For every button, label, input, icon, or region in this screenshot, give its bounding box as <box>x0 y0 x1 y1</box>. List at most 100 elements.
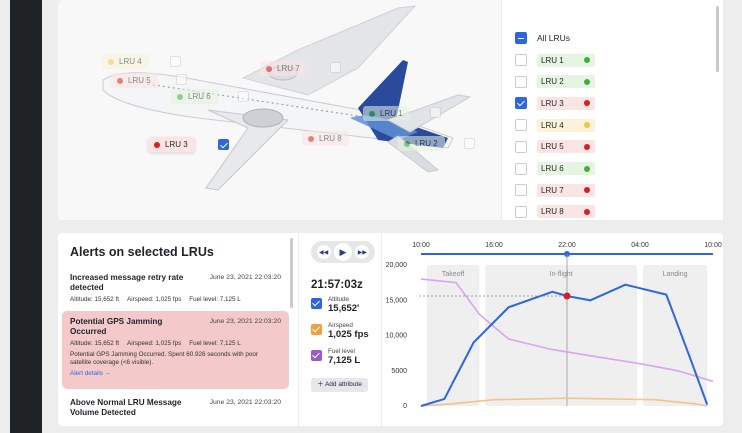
plane-label-lru6[interactable]: LRU 6 <box>171 89 218 104</box>
attribute-value: 1,025 fps <box>328 329 369 340</box>
status-dot-icon <box>308 135 314 142</box>
lru-pill: LRU 3 <box>537 96 595 110</box>
flight-timeline-chart[interactable]: Takeoff In-flight Landing 10:00 16:00 22:00 04… <box>383 233 723 426</box>
rewind-icon[interactable]: ◀◀ <box>316 245 331 259</box>
lru-row[interactable]: LRU 7 <box>515 180 595 200</box>
plus-icon: ＋ <box>317 381 324 388</box>
y-tick-label: 20,000 <box>386 262 408 269</box>
status-dot-icon <box>584 187 590 194</box>
lru-checkbox[interactable] <box>515 184 527 197</box>
phase-band <box>485 265 638 406</box>
lru-row[interactable]: LRU 5 <box>515 137 595 157</box>
plane-label-lru8[interactable]: LRU 8 <box>302 131 349 146</box>
status-dot-icon <box>117 77 123 84</box>
plane-label-checkbox[interactable] <box>176 74 187 85</box>
lru-pill: LRU 1 <box>537 53 595 67</box>
lru-row[interactable]: LRU 8 <box>515 202 595 222</box>
plane-label-lru5[interactable]: LRU 5 <box>111 73 158 88</box>
alert-details-link[interactable]: Alert details → <box>70 370 281 377</box>
plane-label-checkbox-checked[interactable] <box>218 139 229 150</box>
attribute-label: Altitude <box>328 296 350 303</box>
lru-checkbox[interactable] <box>515 162 527 175</box>
time-tick-label: 10:00 <box>704 242 722 249</box>
plane-label-lru1[interactable]: LRU 1 <box>363 106 410 121</box>
attribute-fuel[interactable]: Fuel level 7,125 L <box>311 348 360 366</box>
phase-band <box>642 265 708 406</box>
lru-row[interactable]: LRU 4 <box>515 115 595 135</box>
lru-checkbox[interactable] <box>515 97 527 110</box>
alert-fuel: Fuel level: 7,125 L <box>189 296 241 303</box>
plane-label-checkbox[interactable] <box>170 56 181 67</box>
lru-checkbox[interactable] <box>515 205 527 218</box>
alert-title: Increased message retry rate detected <box>70 273 184 292</box>
alert-fuel: Fuel level: 7,125 L <box>189 340 241 347</box>
lru-row[interactable]: LRU 1 <box>515 50 595 70</box>
attribute-checkbox[interactable] <box>311 350 322 361</box>
phase-label: Landing <box>663 271 688 278</box>
attribute-airspeed[interactable]: Airspeed 1,025 fps <box>311 322 369 340</box>
status-dot-icon <box>584 208 590 215</box>
lru-checkbox[interactable] <box>515 54 527 66</box>
phase-label: In-flight <box>550 271 573 278</box>
plane-label-lru3[interactable]: LRU 3 <box>148 137 195 152</box>
lru-checkbox[interactable] <box>515 119 527 132</box>
current-time: 21:57:03z <box>311 279 363 291</box>
alerts-title: Alerts on selected LRUs <box>70 245 214 259</box>
attribute-checkbox[interactable] <box>311 298 322 309</box>
status-dot-icon <box>584 165 590 172</box>
plane-label-text: LRU 5 <box>128 76 151 85</box>
lru-row[interactable]: LRU 6 <box>515 159 595 179</box>
attribute-label: Fuel level <box>328 348 355 355</box>
lru-all-row[interactable]: All LRUs <box>515 28 570 48</box>
attribute-checkbox[interactable] <box>311 324 322 335</box>
status-dot-icon <box>584 78 590 85</box>
y-tick-label: 15,000 <box>386 297 408 304</box>
status-dot-icon <box>154 141 160 148</box>
plane-label-checkbox[interactable] <box>330 62 341 73</box>
alerts-scrollbar[interactable] <box>290 238 293 308</box>
plane-label-lru7[interactable]: LRU 7 <box>260 61 307 76</box>
lru-pill: LRU 4 <box>537 118 595 132</box>
plane-label-checkbox[interactable] <box>430 107 441 118</box>
plane-label-text: LRU 7 <box>277 64 300 73</box>
cursor-point <box>563 292 571 300</box>
lru-row[interactable]: LRU 3 <box>515 93 595 113</box>
y-tick-label: 0 <box>403 403 407 410</box>
attribute-value: 7,125 L <box>328 355 361 366</box>
add-attribute-label: Add attribute <box>324 381 362 388</box>
alert-item[interactable]: Increased message retry rate detected Ju… <box>62 267 289 309</box>
status-dot-icon <box>108 58 114 65</box>
aircraft-panel: LRU 4 LRU 5 LRU 6 LRU 7 LRU 1 LRU 8 LRU … <box>58 0 723 220</box>
plane-label-lru4[interactable]: LRU 4 <box>102 54 149 69</box>
select-all-checkbox[interactable] <box>515 32 527 44</box>
lru-list-scrollbar[interactable] <box>716 6 719 72</box>
alert-metrics: Altitude: 15,652 ft Airspeed: 1,025 fps … <box>70 296 281 303</box>
lru-pill: LRU 5 <box>537 140 595 154</box>
alert-title: Above Normal LRU Message Volume Detected <box>70 398 182 417</box>
plane-label-checkbox[interactable] <box>464 138 475 149</box>
status-dot-icon <box>177 93 183 100</box>
lru-checkbox[interactable] <box>515 75 527 88</box>
alert-item[interactable]: Above Normal LRU Message Volume Detected… <box>62 392 289 424</box>
plane-label-text: LRU 6 <box>188 92 211 101</box>
plane-label-checkbox[interactable] <box>238 91 249 102</box>
plane-label-lru2[interactable]: LRU 2 <box>398 136 445 151</box>
y-tick-label: 10,000 <box>386 333 408 340</box>
lru-row[interactable]: LRU 2 <box>515 72 595 92</box>
alerts-panel: Alerts on selected LRUs Increased messag… <box>58 233 298 426</box>
aircraft-view: LRU 4 LRU 5 LRU 6 LRU 7 LRU 1 LRU 8 LRU … <box>58 0 498 220</box>
lru-pill: LRU 7 <box>537 183 595 197</box>
attribute-value: 15,652' <box>328 303 360 314</box>
fast-forward-icon[interactable]: ▶▶ <box>355 245 370 259</box>
lru-pill: LRU 8 <box>537 205 595 219</box>
alert-metrics: Altitude: 15,652 ft Airspeed: 1,025 fps … <box>70 340 281 347</box>
attribute-altitude[interactable]: Altitude 15,652' <box>311 296 359 314</box>
add-attribute-button[interactable]: ＋ Add attribute <box>311 378 368 392</box>
all-lrus-label: All LRUs <box>537 33 571 43</box>
status-dot-icon <box>266 65 272 72</box>
play-icon[interactable]: ▶ <box>333 243 352 261</box>
alert-item-selected[interactable]: Potential GPS Jamming Occurred June 23, … <box>62 311 289 389</box>
phase-band <box>426 265 480 406</box>
plane-label-text: LRU 8 <box>319 134 342 143</box>
lru-checkbox[interactable] <box>515 140 527 153</box>
